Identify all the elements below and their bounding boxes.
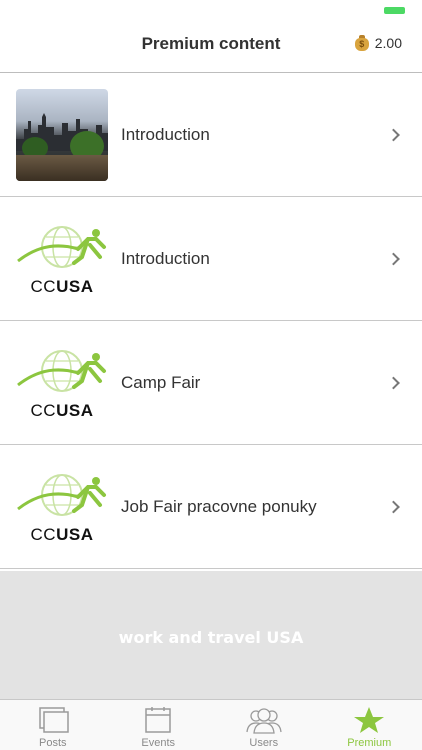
logo-text: CCUSA — [30, 277, 94, 296]
item-label: Job Fair pracovne ponuky — [121, 496, 317, 516]
tab-label: Premium — [347, 737, 392, 749]
globe-runner-icon — [17, 226, 106, 268]
tab-label: Posts — [38, 737, 67, 749]
chevron-right-icon — [387, 376, 400, 389]
moneybag-icon: $ — [354, 35, 369, 51]
ccusa-logo: CCUSA — [16, 213, 108, 305]
logo-text: CCUSA — [30, 401, 94, 420]
ccusa-logo: CCUSA — [16, 461, 108, 553]
item-thumbnail-photo — [16, 89, 108, 181]
promo-banner[interactable]: work and travel USA — [0, 571, 422, 699]
ccusa-logo: CCUSA — [16, 337, 108, 429]
list-item[interactable]: CCUSA Introduction — [0, 197, 422, 321]
tab-label: Users — [249, 737, 279, 749]
balance-display[interactable]: $ 2.00 — [354, 35, 402, 51]
globe-runner-icon — [17, 350, 106, 392]
globe-runner-icon — [17, 474, 106, 516]
tab-premium[interactable]: Premium — [317, 700, 422, 750]
banner-text: work and travel USA — [118, 628, 304, 647]
tab-label: Events — [141, 737, 176, 749]
calendar-icon — [145, 707, 171, 733]
chevron-right-icon — [387, 128, 400, 141]
logo-text: CCUSA — [30, 525, 94, 544]
tab-posts[interactable]: Posts — [0, 700, 106, 750]
status-bar — [0, 0, 422, 20]
tab-events[interactable]: Events — [106, 700, 212, 750]
navigation-bar: Premium content $ 2.00 — [0, 20, 422, 73]
item-label: Camp Fair — [121, 372, 201, 392]
chevron-right-icon — [387, 252, 400, 265]
list-item[interactable]: CCUSA Job Fair pracovne ponuky — [0, 445, 422, 569]
item-label: Introduction — [121, 248, 210, 268]
balance-value: 2.00 — [374, 35, 402, 51]
item-label: Introduction — [121, 124, 210, 144]
list-item[interactable]: CCUSA Camp Fair — [0, 321, 422, 445]
premium-content-list: Introduction CCUSA Introduction CCUSA Ca… — [0, 73, 422, 569]
tab-bar: Posts Events Users Premium — [0, 699, 422, 750]
posts-icon — [39, 707, 69, 733]
tab-users[interactable]: Users — [211, 700, 317, 750]
battery-icon — [384, 7, 405, 14]
star-icon — [354, 707, 385, 733]
list-item[interactable]: Introduction — [0, 73, 422, 197]
users-icon — [246, 708, 282, 734]
chevron-right-icon — [387, 500, 400, 513]
